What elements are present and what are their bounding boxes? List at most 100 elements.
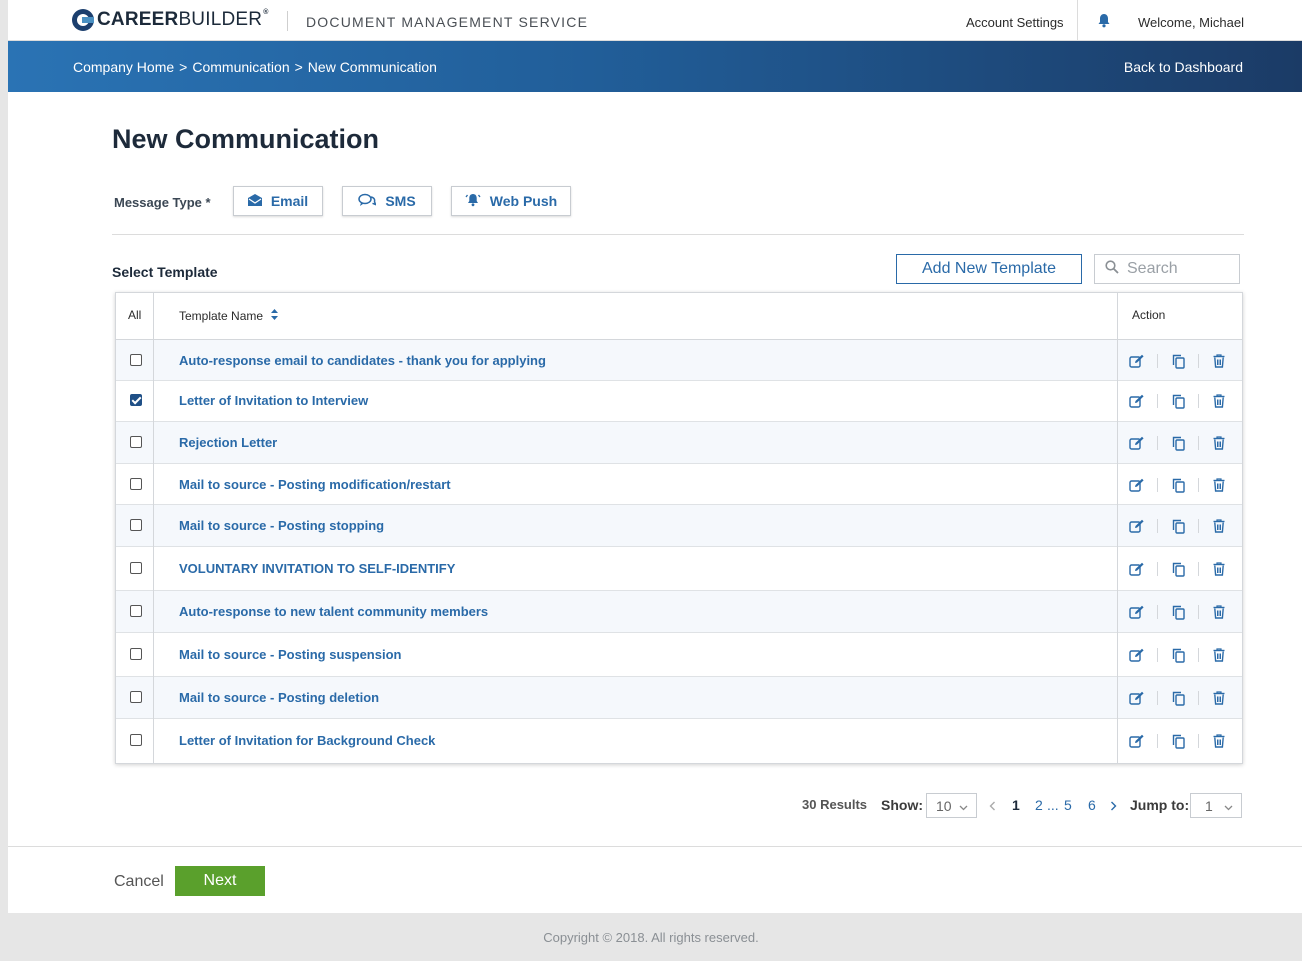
action-divider [1157, 436, 1158, 450]
copy-icon[interactable] [1170, 393, 1186, 409]
breadcrumb-communication[interactable]: Communication [192, 59, 289, 75]
delete-icon[interactable] [1211, 561, 1227, 577]
edit-icon[interactable] [1129, 435, 1145, 451]
template-name-link[interactable]: VOLUNTARY INVITATION TO SELF-IDENTIFY [179, 561, 455, 576]
delete-icon[interactable] [1211, 647, 1227, 663]
back-to-dashboard-link[interactable]: Back to Dashboard [1124, 59, 1243, 75]
page-size-select[interactable]: 10 [926, 793, 977, 818]
row-checkbox[interactable] [130, 605, 142, 617]
template-name-link[interactable]: Auto-response email to candidates - than… [179, 353, 546, 368]
cancel-button[interactable]: Cancel [114, 873, 164, 891]
jump-to-select[interactable]: 1 [1190, 793, 1242, 818]
account-settings-link[interactable]: Account Settings [966, 15, 1064, 30]
copy-icon[interactable] [1170, 477, 1186, 493]
row-checkbox[interactable] [130, 562, 142, 574]
row-actions [1129, 393, 1227, 409]
row-checkbox[interactable] [130, 691, 142, 703]
page-link-1[interactable]: 1 [1012, 797, 1020, 813]
edit-icon[interactable] [1129, 393, 1145, 409]
sort-icon[interactable] [271, 309, 279, 323]
email-type-button[interactable]: Email [233, 186, 323, 216]
delete-icon[interactable] [1211, 353, 1227, 369]
delete-icon[interactable] [1211, 604, 1227, 620]
next-button[interactable]: Next [175, 866, 265, 896]
select-all-header[interactable]: All [128, 308, 141, 322]
row-checkbox[interactable] [130, 436, 142, 448]
page-link-2[interactable]: 2 [1035, 797, 1043, 813]
copy-icon[interactable] [1170, 561, 1186, 577]
sms-type-button[interactable]: SMS [342, 186, 432, 216]
edit-icon[interactable] [1129, 477, 1145, 493]
table-row: Mail to source - Posting modification/re… [116, 464, 1242, 505]
web-push-type-button[interactable]: Web Push [451, 186, 571, 216]
jump-to-value: 1 [1205, 797, 1213, 814]
copy-icon[interactable] [1170, 733, 1186, 749]
template-name-link[interactable]: Mail to source - Posting modification/re… [179, 477, 451, 492]
copy-icon[interactable] [1170, 604, 1186, 620]
breadcrumb-company-home[interactable]: Company Home [73, 59, 174, 75]
row-checkbox[interactable] [130, 394, 142, 406]
next-page-icon[interactable] [1110, 798, 1117, 814]
breadcrumb-separator: > [294, 59, 303, 75]
welcome-user[interactable]: Welcome, Michael [1138, 15, 1244, 30]
edit-icon[interactable] [1129, 733, 1145, 749]
search-box [1094, 254, 1240, 284]
table-row: Mail to source - Posting deletion [116, 677, 1242, 719]
table-row: Letter of Invitation for Background Chec… [116, 719, 1242, 763]
edit-icon[interactable] [1129, 647, 1145, 663]
notification-bell-icon[interactable] [1097, 13, 1111, 33]
row-checkbox[interactable] [130, 734, 142, 746]
table-row: Mail to source - Posting suspension [116, 633, 1242, 677]
table-row: Rejection Letter [116, 422, 1242, 464]
delete-icon[interactable] [1211, 733, 1227, 749]
careerbuilder-logo[interactable]: CAREERBUILDER® [72, 9, 269, 31]
template-name-link[interactable]: Rejection Letter [179, 435, 277, 450]
copy-icon[interactable] [1170, 647, 1186, 663]
edit-icon[interactable] [1129, 604, 1145, 620]
delete-icon[interactable] [1211, 435, 1227, 451]
action-divider [1198, 734, 1199, 748]
template-name-link[interactable]: Mail to source - Posting suspension [179, 647, 401, 662]
row-checkbox[interactable] [130, 519, 142, 531]
page-link-6[interactable]: 6 [1088, 797, 1096, 813]
template-name-link[interactable]: Letter of Invitation for Background Chec… [179, 733, 435, 748]
edit-icon[interactable] [1129, 518, 1145, 534]
delete-icon[interactable] [1211, 518, 1227, 534]
show-label: Show: [881, 797, 923, 813]
row-checkbox[interactable] [130, 478, 142, 490]
action-divider [1157, 648, 1158, 662]
row-checkbox[interactable] [130, 354, 142, 366]
template-name-link[interactable]: Mail to source - Posting stopping [179, 518, 384, 533]
delete-icon[interactable] [1211, 690, 1227, 706]
section-divider [112, 234, 1244, 235]
action-divider [1157, 354, 1158, 368]
delete-icon[interactable] [1211, 477, 1227, 493]
copy-icon[interactable] [1170, 435, 1186, 451]
row-actions [1129, 518, 1227, 534]
template-name-link[interactable]: Letter of Invitation to Interview [179, 393, 368, 408]
prev-page-icon[interactable] [989, 798, 996, 814]
chat-bubbles-icon [358, 193, 378, 210]
table-row: Auto-response to new talent community me… [116, 591, 1242, 633]
edit-icon[interactable] [1129, 690, 1145, 706]
action-divider [1198, 562, 1199, 576]
edit-icon[interactable] [1129, 561, 1145, 577]
edit-icon[interactable] [1129, 353, 1145, 369]
delete-icon[interactable] [1211, 393, 1227, 409]
copy-icon[interactable] [1170, 518, 1186, 534]
action-divider [1157, 734, 1158, 748]
search-input[interactable] [1127, 260, 1227, 278]
template-name-link[interactable]: Mail to source - Posting deletion [179, 690, 379, 705]
template-name-header[interactable]: Template Name [179, 309, 279, 323]
action-divider [1157, 519, 1158, 533]
template-name-link[interactable]: Auto-response to new talent community me… [179, 604, 488, 619]
copy-icon[interactable] [1170, 353, 1186, 369]
add-new-template-button[interactable]: Add New Template [896, 254, 1082, 284]
page-link-5[interactable]: 5 [1064, 797, 1072, 813]
row-actions [1129, 690, 1227, 706]
row-actions [1129, 435, 1227, 451]
row-checkbox[interactable] [130, 648, 142, 660]
action-divider [1198, 436, 1199, 450]
logo-text: CAREERBUILDER® [97, 9, 269, 30]
copy-icon[interactable] [1170, 690, 1186, 706]
